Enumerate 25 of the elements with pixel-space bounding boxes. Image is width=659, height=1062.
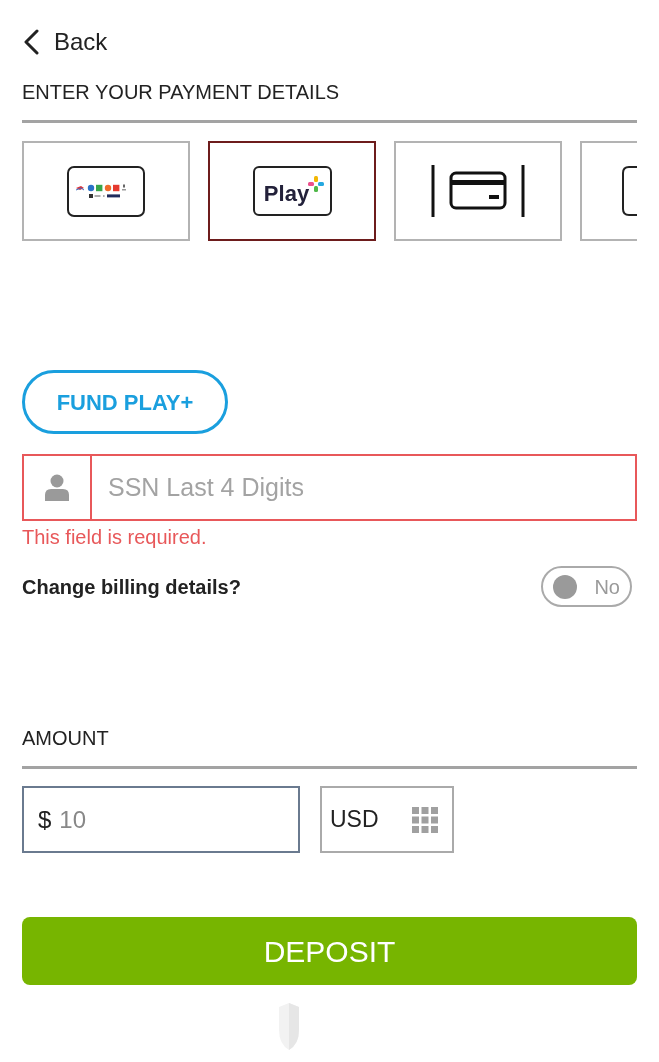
payment-method-tile[interactable] — [22, 141, 190, 241]
toggle-knob — [553, 574, 577, 599]
bank-logos-card-icon — [67, 165, 145, 217]
payment-method-tile[interactable]: Play — [208, 141, 376, 241]
plus-icon — [308, 176, 325, 192]
shield-icon — [278, 1002, 300, 1051]
section-title: ENTER YOUR PAYMENT DETAILS — [22, 81, 340, 103]
section-title: AMOUNT — [22, 727, 109, 749]
amount-field[interactable]: $ 10 — [22, 786, 300, 853]
currency-symbol: $ — [38, 804, 52, 835]
error-message: This field is required. — [22, 526, 207, 548]
user-icon — [45, 474, 69, 501]
currency-select[interactable]: USD — [320, 786, 454, 853]
card-outline-icon — [622, 166, 637, 216]
ssn-field[interactable]: SSN Last 4 Digits — [22, 454, 637, 521]
grid-icon — [412, 806, 438, 833]
logo-text: Play — [263, 180, 310, 208]
payment-method-tile[interactable] — [394, 141, 562, 241]
ssn-input[interactable]: SSN Last 4 Digits — [92, 456, 635, 519]
chevron-left-icon — [22, 29, 40, 55]
credit-card-icon — [431, 164, 525, 218]
back-button[interactable]: Back — [22, 28, 108, 56]
amount-input[interactable]: 10 — [59, 788, 298, 851]
payment-method-tile[interactable] — [580, 141, 637, 241]
billing-label: Change billing details? — [22, 574, 241, 600]
